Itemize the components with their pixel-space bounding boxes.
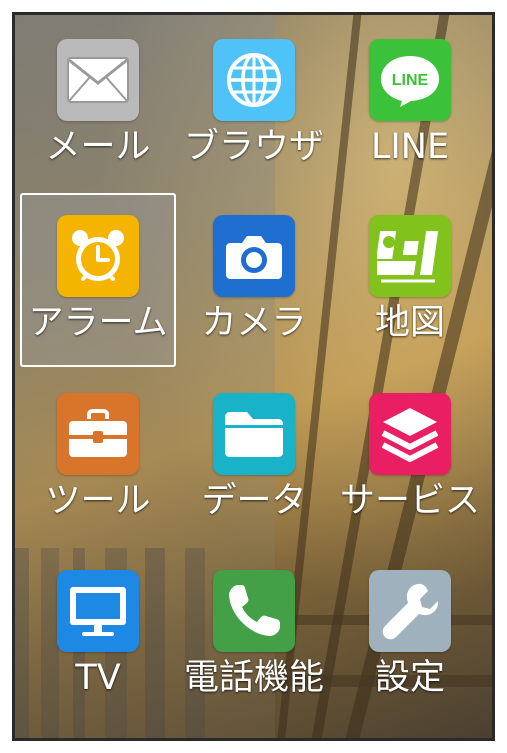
phone-icon xyxy=(213,570,295,652)
app-label: カメラ xyxy=(201,303,307,343)
wrench-icon xyxy=(369,570,451,652)
app-browser[interactable]: ブラウザ xyxy=(176,17,332,191)
app-mail[interactable]: メール xyxy=(20,17,176,191)
app-settings[interactable]: 設定 xyxy=(332,548,488,722)
app-label: アラーム xyxy=(28,303,168,343)
app-label: ツール xyxy=(45,481,151,521)
app-services[interactable]: サービス xyxy=(332,371,488,545)
app-label: サービス xyxy=(339,481,480,521)
line-icon: LINE xyxy=(369,39,451,121)
map-icon xyxy=(369,215,451,297)
folder-icon xyxy=(213,393,295,475)
app-label: 電話機能 xyxy=(183,658,324,698)
app-label: LINE xyxy=(370,127,450,167)
app-tools[interactable]: ツール xyxy=(20,371,176,545)
app-label: データ xyxy=(201,481,307,521)
app-line[interactable]: LINE LINE xyxy=(332,17,488,191)
phone-home-screen: メール ブラウザ LINE LINE アラーム カメラ 地図 ツール データ サ… xyxy=(12,12,495,741)
layers-icon xyxy=(369,393,451,475)
app-label: ブラウザ xyxy=(183,127,324,167)
app-label: メール xyxy=(45,127,151,167)
app-phone[interactable]: 電話機能 xyxy=(176,548,332,722)
app-label: 設定 xyxy=(374,658,445,698)
app-camera[interactable]: カメラ xyxy=(176,193,332,367)
tv-icon xyxy=(57,570,139,652)
app-map[interactable]: 地図 xyxy=(332,193,488,367)
app-label: 地図 xyxy=(374,303,445,343)
app-tv[interactable]: TV xyxy=(20,548,176,722)
camera-icon xyxy=(213,215,295,297)
alarm-clock-icon xyxy=(57,215,139,297)
app-grid: メール ブラウザ LINE LINE アラーム カメラ 地図 ツール データ サ… xyxy=(15,15,492,738)
app-label: TV xyxy=(75,658,121,698)
line-icon-text: LINE xyxy=(392,72,429,89)
globe-icon xyxy=(213,39,295,121)
app-data[interactable]: データ xyxy=(176,371,332,545)
mail-icon xyxy=(57,39,139,121)
app-alarm[interactable]: アラーム xyxy=(20,193,176,367)
toolbox-icon xyxy=(57,393,139,475)
